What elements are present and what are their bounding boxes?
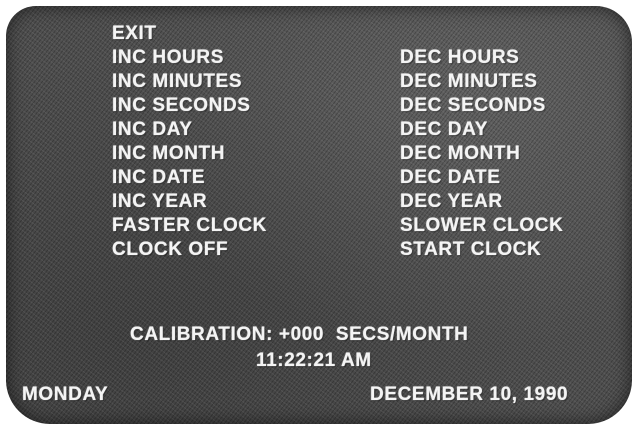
menu-item-faster-clock[interactable]: FASTER CLOCK bbox=[112, 214, 267, 238]
menu-item-dec-minutes[interactable]: DEC MINUTES bbox=[400, 70, 563, 94]
menu-item-start-clock[interactable]: START CLOCK bbox=[400, 238, 563, 262]
menu-item-dec-year[interactable]: DEC YEAR bbox=[400, 190, 563, 214]
menu-item-dec-seconds[interactable]: DEC SECONDS bbox=[400, 94, 563, 118]
menu-item-inc-month[interactable]: INC MONTH bbox=[112, 142, 267, 166]
menu-item-dec-month[interactable]: DEC MONTH bbox=[400, 142, 563, 166]
menu-item-slower-clock[interactable]: SLOWER CLOCK bbox=[400, 214, 563, 238]
menu-item-inc-day[interactable]: INC DAY bbox=[112, 118, 267, 142]
calibration-readout: CALIBRATION: +000 SECS/MONTH bbox=[130, 324, 469, 345]
menu-item-clock-off[interactable]: CLOCK OFF bbox=[112, 238, 267, 262]
menu-item-inc-date[interactable]: INC DATE bbox=[112, 166, 267, 190]
menu-item-inc-seconds[interactable]: INC SECONDS bbox=[112, 94, 267, 118]
menu-item-inc-minutes[interactable]: INC MINUTES bbox=[112, 70, 267, 94]
menu-item-dec-date[interactable]: DEC DATE bbox=[400, 166, 563, 190]
menu-item-dec-day[interactable]: DEC DAY bbox=[400, 118, 563, 142]
left-menu-column: EXIT INC HOURS INC MINUTES INC SECONDS INC D… bbox=[112, 22, 267, 262]
menu-item-exit[interactable]: EXIT bbox=[112, 22, 267, 46]
calendar-date: DECEMBER 10, 1990 bbox=[370, 384, 569, 405]
menu-item-inc-hours[interactable]: INC HOURS bbox=[112, 46, 267, 70]
menu-item-dec-hours[interactable]: DEC HOURS bbox=[400, 46, 563, 70]
right-menu-column: DEC HOURS DEC MINUTES DEC SECONDS DEC DAY DE… bbox=[400, 46, 563, 262]
clock-time: 11:22:21 AM bbox=[256, 350, 372, 371]
clock-settings-screen: EXIT INC HOURS INC MINUTES INC SECONDS INC D… bbox=[6, 6, 632, 424]
day-of-week: MONDAY bbox=[22, 384, 109, 405]
menu-item-inc-year[interactable]: INC YEAR bbox=[112, 190, 267, 214]
